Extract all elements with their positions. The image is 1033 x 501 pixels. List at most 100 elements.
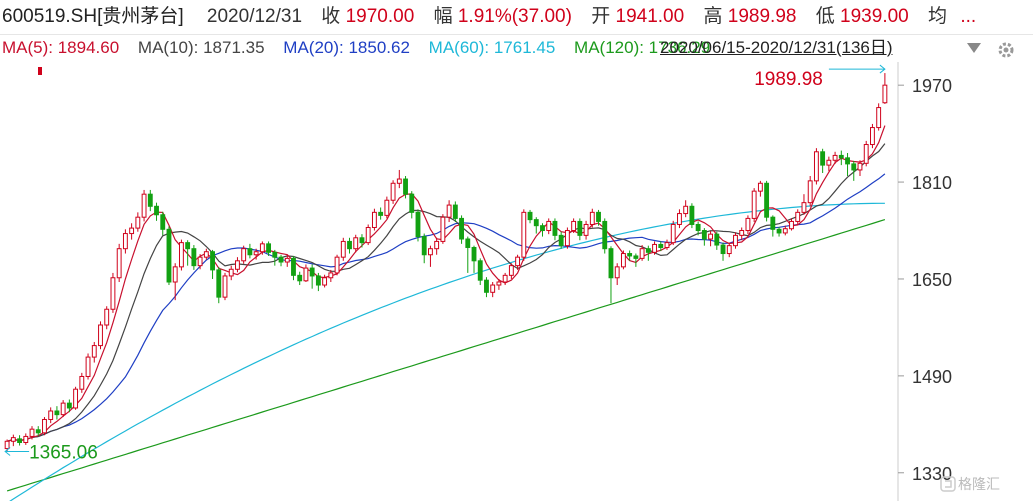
candle	[365, 224, 371, 246]
candle	[677, 209, 682, 229]
candle	[284, 255, 290, 267]
candle-body	[35, 429, 41, 434]
candle	[882, 73, 888, 104]
candle-body	[733, 234, 738, 247]
candle-body	[677, 213, 682, 225]
candle-body	[297, 274, 303, 282]
candle	[608, 246, 614, 304]
candle	[558, 231, 564, 249]
gear-icon[interactable]	[996, 40, 1016, 60]
candle	[10, 434, 16, 447]
quote-date: 2020/12/31	[206, 6, 303, 27]
candle-body	[403, 178, 408, 195]
candle	[334, 254, 340, 276]
candle	[359, 234, 365, 248]
candle	[390, 180, 396, 204]
candle-body	[185, 242, 191, 250]
stock-code-name[interactable]: 600519.SH[贵州茅台]	[2, 0, 184, 34]
candle	[154, 202, 159, 221]
candle	[770, 215, 776, 237]
change-value: 1.91%(37.00)	[457, 6, 572, 27]
candle-body	[552, 220, 558, 236]
candle	[17, 435, 22, 446]
candle	[870, 123, 875, 149]
candle-body	[726, 245, 732, 255]
candle	[540, 223, 545, 237]
high-value: 1989.98	[727, 6, 797, 27]
candle	[795, 209, 801, 225]
candle-body	[620, 253, 626, 268]
candle	[564, 227, 570, 249]
gelonghui-logo-icon	[940, 476, 956, 492]
candle-body	[807, 180, 813, 204]
high-label: 1989.98	[754, 69, 823, 90]
candle	[371, 208, 377, 231]
open-label: 开	[591, 6, 611, 27]
open-value: 1941.00	[615, 6, 685, 27]
ma20-label: MA(20): 1850.62	[283, 38, 410, 57]
candle-body	[477, 260, 483, 281]
candle-body	[683, 205, 689, 215]
candle	[602, 218, 608, 254]
candle	[110, 272, 116, 313]
candle-body	[228, 268, 234, 277]
candle-body	[178, 242, 184, 268]
candle	[465, 236, 471, 273]
candle	[863, 140, 869, 167]
candle-body	[652, 243, 657, 253]
candle	[745, 215, 751, 235]
candle	[477, 258, 483, 286]
candle	[79, 372, 85, 393]
candle-body	[272, 251, 278, 258]
candle-body	[421, 236, 427, 256]
candle-body	[353, 237, 359, 250]
candle	[764, 180, 770, 222]
candle-body	[284, 257, 290, 263]
candle-body	[484, 279, 489, 293]
candle	[776, 226, 782, 237]
candle	[490, 282, 496, 298]
candle-body	[689, 205, 695, 225]
candle-body	[558, 234, 564, 247]
candle-body	[166, 228, 172, 283]
date-range[interactable]: 2020/06/15-2020/12/31(136日)	[660, 34, 893, 62]
ma5-label: MA(5): 1894.60	[2, 38, 120, 57]
low-label: 1365.06	[29, 443, 98, 464]
candle-body	[322, 277, 328, 286]
candle-body	[278, 256, 284, 263]
candle	[48, 407, 54, 424]
candle-body	[160, 214, 166, 230]
candle	[845, 153, 850, 177]
candle-body	[633, 255, 639, 259]
candle-body	[764, 182, 770, 218]
candle-body	[820, 151, 826, 166]
candle-body	[340, 240, 346, 258]
candle-body	[546, 220, 552, 232]
candle	[85, 353, 91, 380]
candle-body	[857, 162, 863, 171]
dropdown-triangle-icon[interactable]	[966, 42, 982, 54]
candle-body	[720, 244, 726, 255]
candle-body	[384, 199, 390, 216]
candle-body	[315, 275, 321, 286]
low-value: 1939.00	[840, 6, 909, 27]
candle-body	[459, 217, 464, 240]
candle	[347, 237, 352, 254]
candle	[428, 245, 433, 267]
candle-body	[776, 228, 782, 234]
candle	[714, 231, 720, 250]
candle	[726, 242, 732, 258]
candle	[228, 265, 234, 281]
high-label: 高	[703, 6, 723, 27]
candle-body	[813, 151, 819, 182]
candle-body	[751, 190, 757, 219]
candle	[708, 231, 714, 247]
more-indicator[interactable]: ...	[960, 0, 976, 34]
candle-body	[882, 84, 888, 104]
candle-body	[328, 272, 334, 279]
candle	[60, 400, 66, 418]
candle	[297, 271, 303, 286]
candle-body	[172, 266, 178, 283]
candle	[471, 245, 477, 273]
kline-chart[interactable]: 13301490165018101970 1989.981365.06	[0, 62, 1033, 501]
